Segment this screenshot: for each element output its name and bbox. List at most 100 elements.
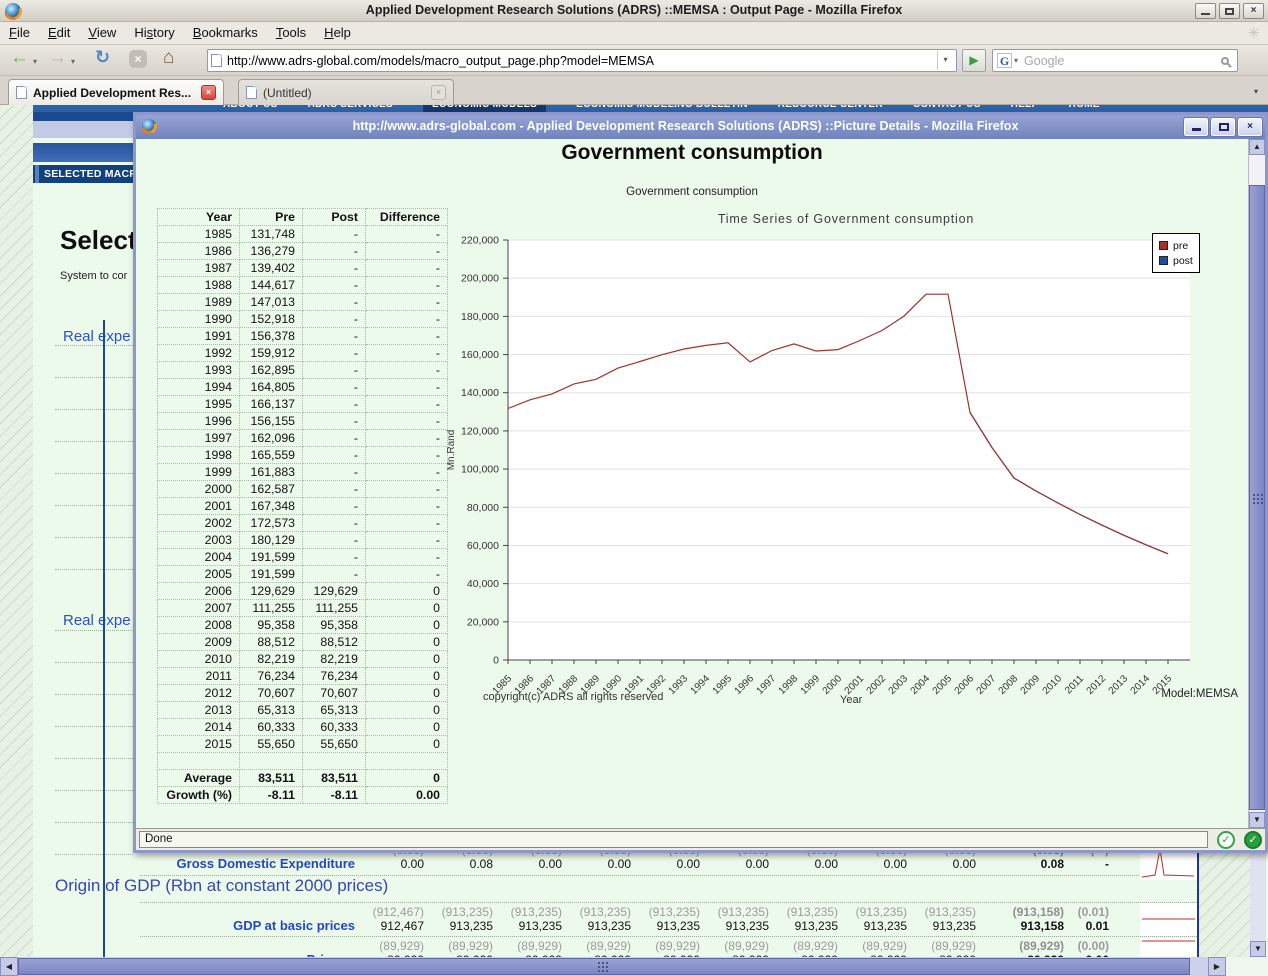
table-cell: 95,358 [303,617,366,634]
scroll-up-icon[interactable]: ▲ [1249,139,1265,155]
table-row: 1987139,402-- [158,260,448,277]
maximize-icon [1219,123,1229,131]
back-dropdown-icon[interactable]: ▾ [33,57,37,66]
maximize-button[interactable] [1219,3,1240,19]
table-cell: 0 [366,617,448,634]
table-cell: 2015 [158,736,240,753]
bg-cell-value: 0.00 [493,857,562,871]
popup-scrollbar-thumb[interactable] [1249,185,1265,810]
sidebar-link-real-expenditure-1[interactable]: Real expe [63,328,131,345]
tab-close-icon[interactable]: × [201,85,216,100]
col-header: Pre [240,209,303,226]
nav-home[interactable]: HOME [1069,105,1100,112]
stop-button[interactable]: × [129,50,147,68]
nav-resource-center[interactable]: RESOURCE CENTER [778,105,883,112]
tab-page-icon [16,86,27,99]
tab-output-page[interactable]: Applied Development Res... × [8,79,224,105]
table-cell: - [303,362,366,379]
menu-view[interactable]: View [79,22,125,43]
legend-label: post [1173,255,1193,267]
table-row: 1989147,013-- [158,294,448,311]
table-cell: 55,650 [240,736,303,753]
page-corner-texture [1199,843,1250,957]
popup-close-button[interactable]: × [1238,118,1262,136]
scroll-left-icon[interactable]: ◀ [0,957,18,976]
url-bar[interactable]: http://www.adrs-global.com/models/macro_… [207,49,957,72]
popup-minimize-button[interactable] [1184,118,1208,136]
table-cell: - [366,294,448,311]
url-dropdown-icon[interactable]: ▾ [937,51,953,70]
bg-cell-prev: (913,235) [907,905,976,919]
bg-cell-value: 913,235 [562,919,631,933]
data-table: YearPrePostDifference1985131,748--198613… [157,208,448,804]
search-bar[interactable]: G ▾ Google [992,49,1238,72]
table-cell: - [366,277,448,294]
forward-dropdown-icon[interactable]: ▾ [71,57,75,66]
menu-help[interactable]: Help [315,22,360,43]
col-header: Post [303,209,366,226]
home-button[interactable]: ⌂ [163,47,174,69]
table-cell: 2001 [158,498,240,515]
popup-status-bar: Done ✓ ✓ [136,828,1265,850]
nav-adrs-services[interactable]: ADRS SERVICES [308,105,393,112]
table-cell: 2013 [158,702,240,719]
tab-untitled[interactable]: (Untitled) × [238,79,454,105]
row-divider [55,441,133,442]
scroll-down-icon[interactable]: ▼ [1249,812,1265,828]
table-cell: 2010 [158,651,240,668]
bg-cell-prev: (0.01) [1064,905,1109,919]
back-button[interactable]: ← [10,47,29,69]
popup-titlebar[interactable]: http://www.adrs-global.com - Applied Dev… [136,115,1265,139]
status-check-solid-icon[interactable]: ✓ [1244,831,1262,849]
scroll-down-icon[interactable]: ▼ [1250,941,1266,957]
svg-text:120,000: 120,000 [461,425,499,437]
table-row: 201555,65055,6500 [158,736,448,753]
table-cell: 55,650 [303,736,366,753]
tab-close-icon[interactable]: × [431,85,446,100]
reload-button[interactable]: ↻ [95,47,110,68]
bg-row-label[interactable]: GDP at basic prices [105,918,355,933]
horizontal-scrollbar-thumb[interactable] [18,958,1190,975]
popup-maximize-button[interactable] [1211,118,1235,136]
table-row: 1994164,805-- [158,379,448,396]
row-divider [55,537,133,538]
table-row: 1992159,912-- [158,345,448,362]
bg-row-label[interactable]: Gross Domestic Expenditure [105,856,355,871]
table-cell: - [366,260,448,277]
menu-file[interactable]: File [0,22,39,43]
nav-economic-models[interactable]: ECONOMIC MODELS [423,105,546,112]
nav-economic-modeling-bulletin[interactable]: ECONOMIC MODELING BULLETIN [576,105,748,112]
list-all-tabs-icon[interactable]: ▾ [1248,84,1264,101]
table-row: 1993162,895-- [158,362,448,379]
search-icon[interactable] [1221,57,1229,65]
bg-cell-value: 913,235 [493,919,562,933]
google-logo-icon[interactable]: G [997,53,1012,68]
url-input[interactable]: http://www.adrs-global.com/models/macro_… [222,54,937,68]
nav-contact-us[interactable]: CONTACT US [913,105,981,112]
close-button[interactable]: × [1243,3,1264,19]
popup-scrollbar-track[interactable]: ▲ ▼ [1248,139,1265,828]
menu-bookmarks[interactable]: Bookmarks [184,22,267,43]
svg-text:2003: 2003 [887,673,911,697]
table-cell: - [366,396,448,413]
row-divider [55,630,133,631]
nav-help[interactable]: HELP [1011,105,1039,112]
scroll-right-icon[interactable]: ▶ [1208,957,1226,976]
table-cell: 139,402 [240,260,303,277]
nav-about-us[interactable]: ABOUT US [223,105,278,112]
svg-text:40,000: 40,000 [467,578,499,590]
forward-button[interactable]: → [48,47,67,69]
table-cell: -8.11 [303,787,366,804]
go-button[interactable]: ▶ [962,49,986,72]
status-check-outline-icon[interactable]: ✓ [1217,831,1235,849]
menu-edit[interactable]: Edit [39,22,79,43]
minimize-button[interactable] [1195,3,1216,19]
bg-cell-prev: (913,235) [838,905,907,919]
menu-tools[interactable]: Tools [267,22,315,43]
search-input[interactable]: Google [1018,54,1221,68]
sidebar-link-real-expenditure-2[interactable]: Real expe [63,612,131,629]
table-cell: 0 [366,736,448,753]
table-cell: 65,313 [303,702,366,719]
table-cell: 147,013 [240,294,303,311]
menu-history[interactable]: History [125,22,183,43]
